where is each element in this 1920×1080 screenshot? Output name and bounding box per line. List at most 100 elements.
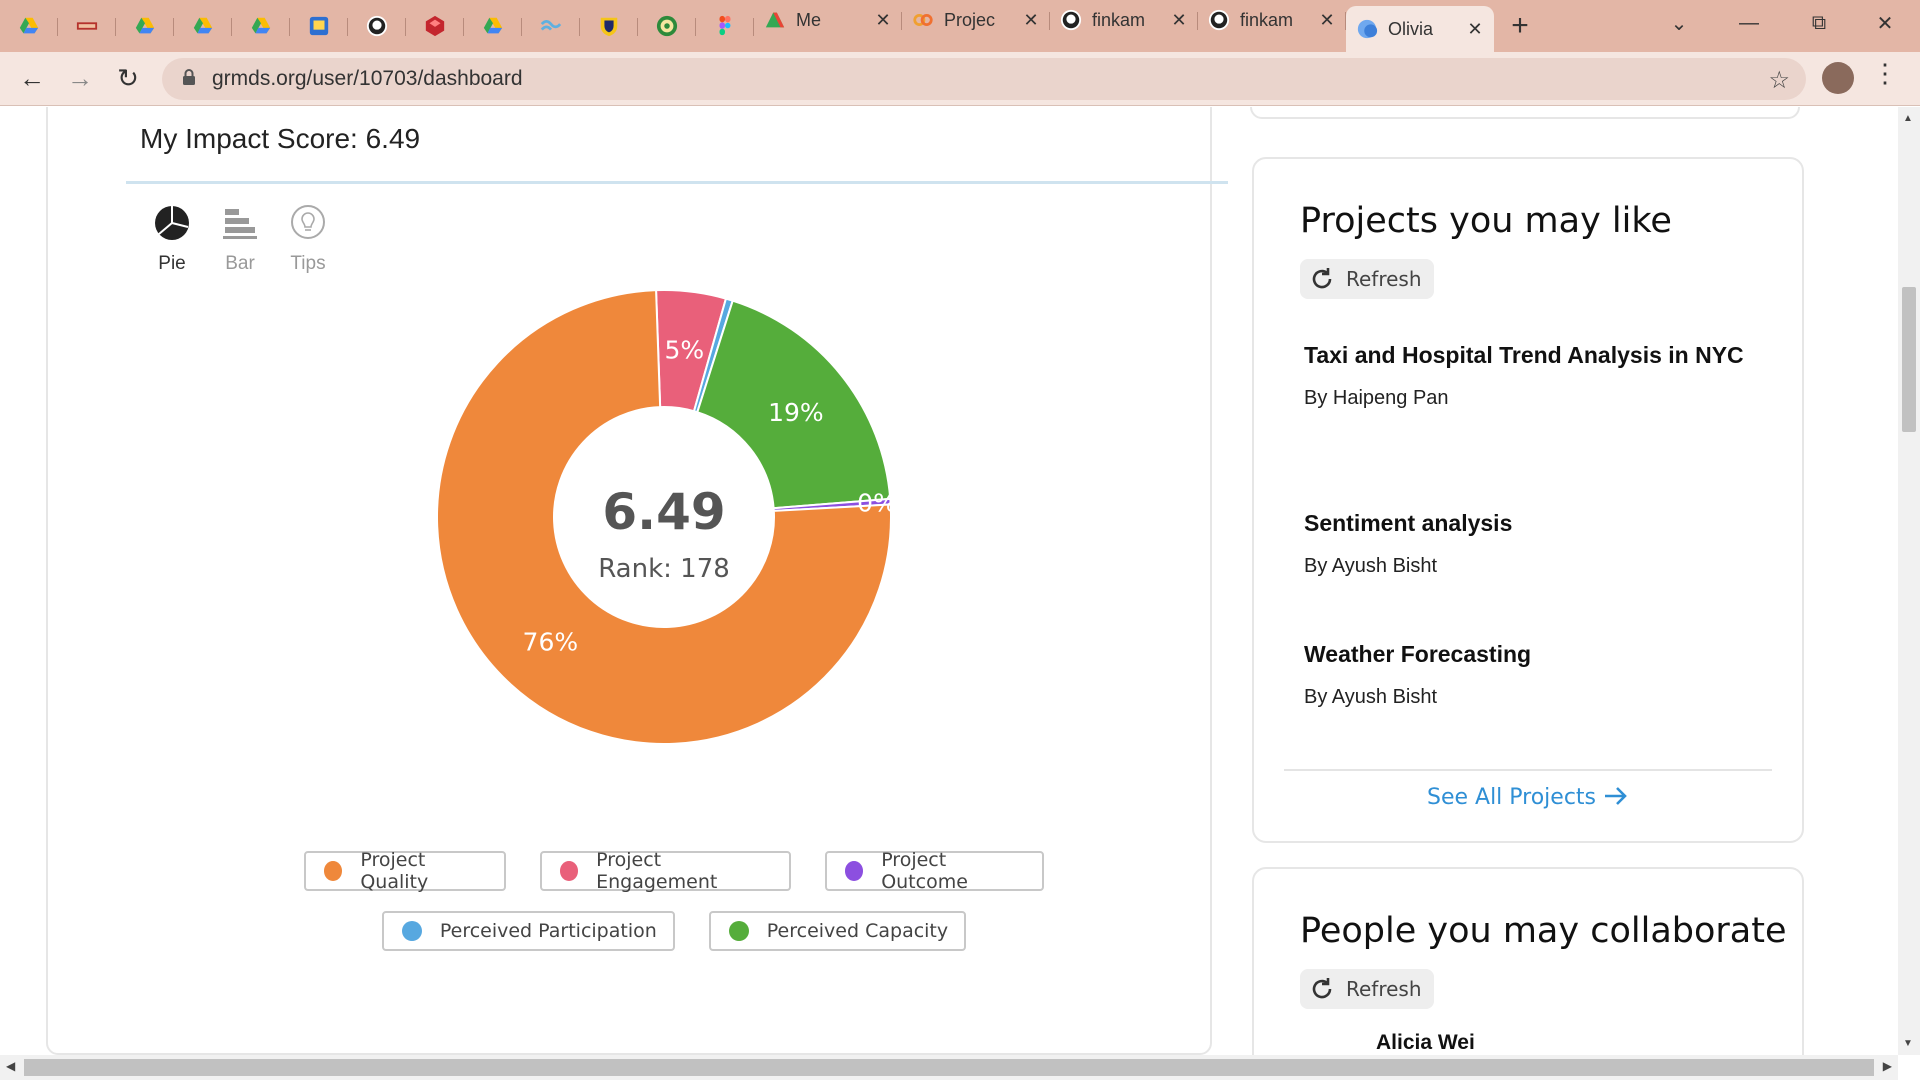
tab-close-icon[interactable]: ✕ <box>1022 10 1040 31</box>
browser-menu-icon[interactable]: ⋮ <box>1872 58 1898 89</box>
browser-tab[interactable] <box>406 6 464 46</box>
browser-tab[interactable]: Me ✕ <box>754 0 902 40</box>
tab-bar[interactable]: Bar <box>216 203 264 275</box>
google-drive-icon <box>250 15 272 37</box>
legend-row: Perceived Participation Perceived Capacit… <box>304 911 1044 951</box>
url-text: grmds.org/user/10703/dashboard <box>212 67 523 90</box>
chart-type-tabs: Pie Bar Tips <box>148 203 332 275</box>
browser-tab[interactable] <box>174 6 232 46</box>
projects-card: Projects you may like Refresh Taxi and H… <box>1252 157 1804 843</box>
legend-swatch <box>728 921 749 941</box>
tab-pie-label: Pie <box>158 253 186 274</box>
new-tab-button[interactable]: + <box>1494 9 1546 43</box>
forward-arrow-icon[interactable]: → <box>56 55 104 103</box>
shield-icon <box>598 15 620 37</box>
scroll-right-icon[interactable]: ▶ <box>1883 1059 1892 1073</box>
globe-icon <box>1356 18 1378 40</box>
reload-icon[interactable]: ↻ <box>104 55 152 103</box>
donut-slice-label: 5% <box>664 336 704 365</box>
browser-tab[interactable] <box>116 6 174 46</box>
tab-close-icon[interactable]: ✕ <box>1170 10 1188 31</box>
project-title[interactable]: Weather Forecasting <box>1304 636 1744 672</box>
donut-rank-text: Rank: 178 <box>598 554 730 584</box>
tab-title: finkam <box>1240 9 1294 30</box>
browser-tab[interactable] <box>522 6 580 46</box>
tab-bar-label: Bar <box>225 253 255 274</box>
project-title[interactable]: Sentiment analysis <box>1304 505 1744 541</box>
tab-close-icon[interactable]: ✕ <box>1466 19 1484 40</box>
browser-tab-active[interactable]: Olivia ✕ <box>1346 6 1494 52</box>
refresh-icon <box>1312 978 1332 999</box>
legend-item[interactable]: Project Outcome <box>824 849 1044 893</box>
projects-refresh-button[interactable]: Refresh <box>1300 259 1434 299</box>
legend-label: Project Quality <box>360 849 429 893</box>
google-drive-icon <box>482 15 504 37</box>
vertical-scrollbar[interactable]: ▲ ▼ <box>1898 107 1920 1055</box>
bar-chart-icon <box>223 209 257 239</box>
green-seal-icon <box>656 15 678 37</box>
minimize-icon[interactable]: — <box>1714 0 1784 46</box>
browser-tab[interactable] <box>638 6 696 46</box>
people-card: People you may collaborate Refresh Alici… <box>1252 867 1804 1055</box>
profile-avatar[interactable] <box>1822 62 1854 94</box>
browser-tab[interactable] <box>696 6 754 46</box>
browser-tab[interactable] <box>232 6 290 46</box>
back-arrow-icon[interactable]: ← <box>8 55 56 103</box>
blue-wave-icon <box>540 15 562 37</box>
legend-item[interactable]: Project Engagement <box>539 849 791 893</box>
project-title[interactable]: Taxi and Hospital Trend Analysis in NYC <box>1304 337 1744 373</box>
browser-tab[interactable]: Projec ✕ <box>902 0 1050 40</box>
tab-pie[interactable]: Pie <box>148 203 196 275</box>
google-drive-icon <box>18 15 40 37</box>
scroll-down-icon[interactable]: ▼ <box>1903 1038 1913 1049</box>
pinned-tabs <box>0 6 754 46</box>
project-item[interactable]: Weather Forecasting By Ayush Bisht <box>1304 636 1744 709</box>
vertical-scroll-thumb[interactable] <box>1902 287 1916 432</box>
lock-icon <box>178 68 200 91</box>
people-card-title: People you may collaborate <box>1300 911 1787 951</box>
project-item[interactable]: Taxi and Hospital Trend Analysis in NYC … <box>1304 337 1744 410</box>
browser-tab[interactable]: finkam ✕ <box>1198 0 1346 40</box>
people-refresh-button[interactable]: Refresh <box>1300 969 1434 1009</box>
tab-close-icon[interactable]: ✕ <box>1318 10 1336 31</box>
browser-tab[interactable] <box>348 6 406 46</box>
bookmark-star-icon[interactable]: ☆ <box>1768 66 1790 95</box>
horizontal-scroll-thumb[interactable] <box>24 1059 1874 1076</box>
address-bar[interactable]: grmds.org/user/10703/dashboard ☆ <box>162 58 1806 100</box>
tab-title: finkam <box>1092 9 1146 30</box>
restore-icon[interactable]: ⧉ <box>1784 0 1854 46</box>
horizontal-scrollbar[interactable]: ◀ ▶ <box>0 1055 1898 1080</box>
person-name[interactable]: Alicia Wei <box>1376 1031 1475 1055</box>
tab-close-icon[interactable]: ✕ <box>874 10 892 31</box>
tab-title: Projec <box>944 9 996 30</box>
browser-tab[interactable] <box>290 6 348 46</box>
tab-search-icon[interactable]: ⌄ <box>1644 0 1714 46</box>
browser-tab[interactable] <box>0 6 58 46</box>
legend-item[interactable]: Perceived Participation <box>381 911 675 951</box>
pie-chart-icon <box>155 206 189 240</box>
scroll-left-icon[interactable]: ◀ <box>6 1059 15 1073</box>
link-icon <box>912 9 934 31</box>
close-window-icon[interactable]: ✕ <box>1850 0 1920 46</box>
project-author: By Haipeng Pan <box>1304 387 1449 409</box>
project-author: By Ayush Bisht <box>1304 555 1438 577</box>
previous-card-edge <box>1250 107 1800 119</box>
google-drive-icon <box>192 15 214 37</box>
see-all-projects-link[interactable]: See All Projects <box>1254 785 1802 810</box>
browser-tab[interactable] <box>464 6 522 46</box>
browser-tab[interactable] <box>580 6 638 46</box>
github-icon <box>1208 9 1230 31</box>
scroll-up-icon[interactable]: ▲ <box>1903 113 1913 124</box>
donut-slice-label: 19% <box>768 398 824 427</box>
browser-tab[interactable] <box>58 6 116 46</box>
tab-title: Olivia <box>1388 18 1434 39</box>
people-refresh-label: Refresh <box>1346 977 1422 1001</box>
donut-slice-label: 76% <box>523 627 579 656</box>
tab-tips[interactable]: Tips <box>284 203 332 275</box>
legend-item[interactable]: Perceived Capacity <box>708 911 967 951</box>
legend-swatch <box>559 861 579 881</box>
project-item[interactable]: Sentiment analysis By Ayush Bisht <box>1304 505 1744 578</box>
legend-item[interactable]: Project Quality <box>304 849 506 893</box>
refresh-icon <box>1312 268 1332 289</box>
browser-tab[interactable]: finkam ✕ <box>1050 0 1198 40</box>
